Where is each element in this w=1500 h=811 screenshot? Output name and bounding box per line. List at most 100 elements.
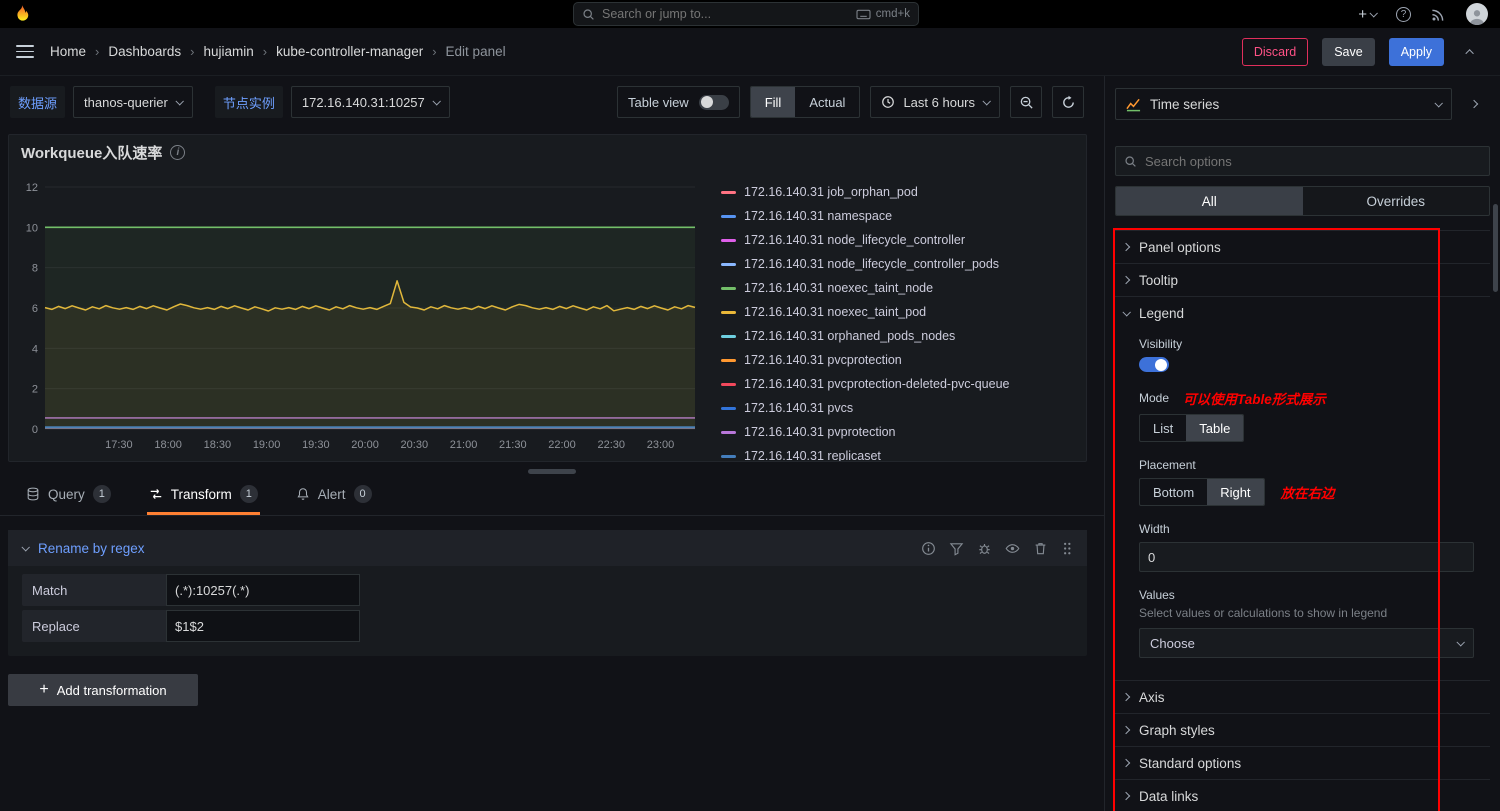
visualization-picker[interactable]: Time series (1115, 88, 1452, 120)
options-search[interactable] (1115, 146, 1490, 176)
filter-funnel-icon[interactable] (949, 541, 964, 556)
panel-legend: 172.16.140.31 job_orphan_pod 172.16.140.3… (703, 169, 1078, 461)
breadcrumb-home[interactable]: Home (50, 44, 86, 59)
chart-area[interactable]: 02468101217:3018:0018:3019:0019:3020:002… (17, 169, 703, 461)
section-data-links[interactable]: Data links (1115, 779, 1490, 811)
legend-mode-list-button[interactable]: List (1140, 415, 1186, 441)
legend-series-label: 172.16.140.31 noexec_taint_pod (744, 305, 926, 319)
annotation-mode-note: 可以使用Table形式展示 (1183, 388, 1326, 408)
transform-row-header[interactable]: Rename by regex (8, 530, 1087, 566)
panel-header[interactable]: Workqueue入队速率 i (9, 135, 1086, 169)
shortcut-hint: cmd+k (876, 8, 910, 20)
panel-info-icon[interactable]: i (170, 145, 185, 160)
collapse-header-button[interactable] (1458, 39, 1484, 65)
tab-query[interactable]: Query 1 (24, 485, 113, 515)
legend-item[interactable]: 172.16.140.31 job_orphan_pod (721, 185, 1074, 199)
breadcrumb-separator: › (190, 44, 194, 59)
user-avatar[interactable] (1466, 3, 1488, 25)
panel-toolbar: 数据源 thanos-querier 节点实例 172.16.140.31:10… (0, 76, 1104, 128)
breadcrumb-separator: › (95, 44, 99, 59)
add-transformation-button[interactable]: + Add transformation (8, 674, 198, 706)
apply-button[interactable]: Apply (1389, 38, 1444, 66)
legend-item[interactable]: 172.16.140.31 pvcs (721, 401, 1074, 415)
legend-item[interactable]: 172.16.140.31 pvcprotection-deleted-pvc-… (721, 377, 1074, 391)
annotation-placement-note: 放在右边 (1281, 482, 1335, 502)
replace-field-label: Replace (22, 610, 166, 642)
pane-resize-handle[interactable] (528, 469, 576, 474)
section-panel-options[interactable]: Panel options (1115, 230, 1490, 263)
debug-bug-icon[interactable] (977, 541, 992, 556)
trash-icon[interactable] (1033, 541, 1048, 556)
menu-toggle-icon[interactable] (16, 45, 34, 57)
alert-count-badge: 0 (354, 485, 372, 503)
options-tab-overrides[interactable]: Overrides (1303, 187, 1490, 215)
eye-icon[interactable] (1005, 541, 1020, 556)
global-search-input[interactable] (602, 7, 849, 21)
actual-button[interactable]: Actual (795, 87, 859, 117)
chevron-down-icon[interactable] (21, 543, 29, 551)
node-variable-select[interactable]: 172.16.140.31:10257 (291, 86, 450, 118)
section-legend[interactable]: Legend (1115, 296, 1490, 329)
news-broadcast-icon[interactable] (1431, 7, 1446, 22)
help-icon[interactable]: ? (1396, 7, 1411, 22)
legend-item[interactable]: 172.16.140.31 namespace (721, 209, 1074, 223)
section-tooltip[interactable]: Tooltip (1115, 263, 1490, 296)
section-axis[interactable]: Axis (1115, 680, 1490, 713)
datasource-variable-select[interactable]: thanos-querier (73, 86, 193, 118)
search-icon (1124, 155, 1137, 168)
chevron-right-icon (1122, 792, 1130, 800)
legend-item[interactable]: 172.16.140.31 noexec_taint_node (721, 281, 1074, 295)
grafana-logo[interactable] (12, 4, 32, 24)
tab-transform[interactable]: Transform 1 (147, 485, 260, 515)
new-menu-button[interactable]: + (1358, 6, 1376, 23)
transform-name[interactable]: Rename by regex (38, 541, 145, 556)
table-view-toggle[interactable] (699, 95, 729, 110)
section-label: Standard options (1139, 756, 1241, 771)
scrollbar-thumb[interactable] (1493, 204, 1498, 292)
legend-item[interactable]: 172.16.140.31 orphaned_pods_nodes (721, 329, 1074, 343)
legend-visibility-toggle[interactable] (1139, 357, 1169, 372)
legend-placement-bottom-button[interactable]: Bottom (1140, 479, 1207, 505)
options-tab-all[interactable]: All (1116, 187, 1303, 215)
replace-field-input[interactable] (166, 610, 360, 642)
svg-text:4: 4 (32, 343, 38, 355)
section-graph-styles[interactable]: Graph styles (1115, 713, 1490, 746)
tab-alert[interactable]: Alert 0 (294, 485, 374, 515)
legend-mode-table-button[interactable]: Table (1186, 415, 1243, 441)
legend-item[interactable]: 172.16.140.31 pvprotection (721, 425, 1074, 439)
fill-button[interactable]: Fill (751, 87, 796, 117)
legend-item[interactable]: 172.16.140.31 node_lifecycle_controller_… (721, 257, 1074, 271)
legend-item[interactable]: 172.16.140.31 node_lifecycle_controller (721, 233, 1074, 247)
collapse-options-button[interactable] (1458, 88, 1490, 120)
timeseries-panel: Workqueue入队速率 i 02468101217:3018:0018:30… (8, 134, 1087, 462)
section-label: Legend (1139, 306, 1184, 321)
legend-values-placeholder: Choose (1150, 636, 1195, 651)
legend-values-select[interactable]: Choose (1139, 628, 1474, 658)
global-search[interactable]: cmd+k (573, 2, 919, 26)
transform-info-icon[interactable] (921, 541, 936, 556)
legend-item[interactable]: 172.16.140.31 pvcprotection (721, 353, 1074, 367)
section-standard-options[interactable]: Standard options (1115, 746, 1490, 779)
tab-query-label: Query (48, 487, 85, 502)
legend-item[interactable]: 172.16.140.31 replicaset (721, 449, 1074, 461)
legend-width-input[interactable] (1139, 542, 1474, 572)
svg-text:21:30: 21:30 (499, 439, 527, 451)
refresh-button[interactable] (1052, 86, 1084, 118)
options-search-input[interactable] (1145, 154, 1481, 169)
save-button[interactable]: Save (1322, 38, 1375, 66)
toggle-knob (701, 96, 713, 108)
svg-text:17:30: 17:30 (105, 439, 133, 451)
breadcrumb-folder[interactable]: hujiamin (204, 44, 254, 59)
breadcrumb-dashboard[interactable]: kube-controller-manager (276, 44, 423, 59)
svg-text:20:30: 20:30 (401, 439, 429, 451)
time-range-picker[interactable]: Last 6 hours (870, 86, 1000, 118)
legend-item[interactable]: 172.16.140.31 noexec_taint_pod (721, 305, 1074, 319)
zoom-out-button[interactable] (1010, 86, 1042, 118)
visibility-label: Visibility (1139, 337, 1474, 351)
breadcrumb-bar: Home › Dashboards › hujiamin › kube-cont… (0, 28, 1500, 76)
match-field-input[interactable] (166, 574, 360, 606)
breadcrumb-dashboards[interactable]: Dashboards (108, 44, 181, 59)
legend-placement-right-button[interactable]: Right (1207, 479, 1263, 505)
discard-button[interactable]: Discard (1242, 38, 1308, 66)
drag-grip-icon[interactable] (1061, 541, 1073, 556)
